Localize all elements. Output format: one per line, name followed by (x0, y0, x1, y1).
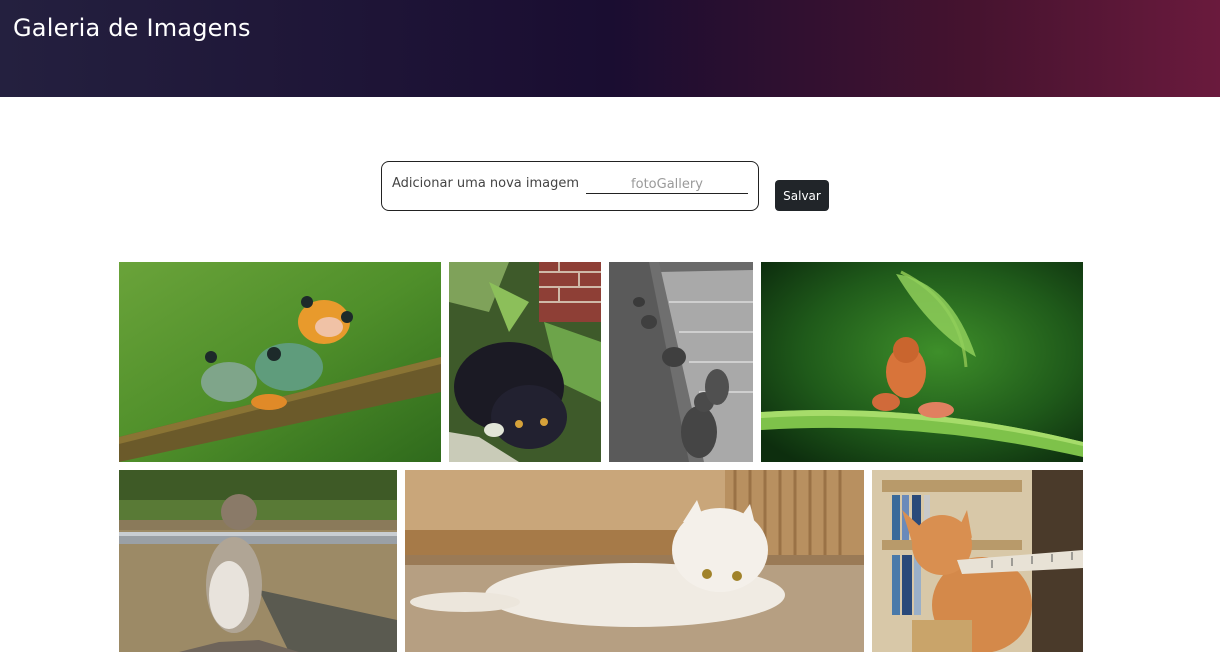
save-button[interactable]: Salvar (775, 180, 829, 211)
image-url-input[interactable] (586, 175, 748, 194)
gallery-image-cat-ruler[interactable] (872, 470, 1083, 652)
gallery-image-cat-rail[interactable] (119, 470, 397, 652)
gallery-image-white-cat[interactable] (405, 470, 864, 652)
gallery-image-black-cat[interactable] (449, 262, 601, 462)
add-image-label: Adicionar uma nova imagem (392, 176, 580, 191)
add-image-form: Adicionar uma nova imagem (381, 161, 759, 211)
page-title: Galeria de Imagens (13, 14, 251, 42)
gallery-image-frog-umbrella[interactable] (761, 262, 1083, 462)
gallery-image-frogs[interactable] (119, 262, 441, 462)
app-header: Galeria de Imagens (0, 0, 1220, 97)
gallery-image-cats-seawall[interactable] (609, 262, 753, 462)
